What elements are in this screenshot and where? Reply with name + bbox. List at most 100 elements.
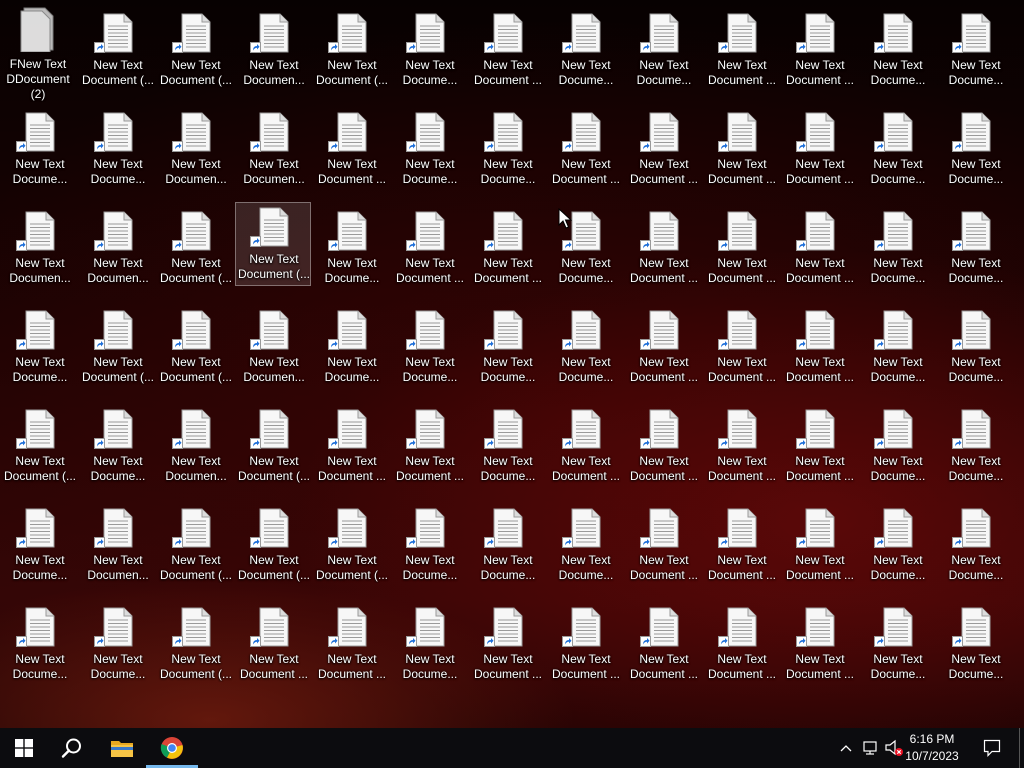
desktop-icon[interactable]: New Text Docume...: [79, 107, 155, 191]
file-explorer-button[interactable]: [98, 728, 146, 768]
desktop-icon[interactable]: New Text Docume...: [391, 305, 467, 389]
desktop-icon[interactable]: New Text Document ...: [469, 206, 545, 290]
desktop-icon[interactable]: New Text Docume...: [859, 8, 935, 92]
desktop-icon[interactable]: New Text Document ...: [703, 404, 779, 488]
desktop-icon[interactable]: New Text Docume...: [937, 8, 1013, 92]
desktop-icon[interactable]: New Text Document (...: [1, 404, 77, 488]
desktop-icon[interactable]: New Text Docume...: [547, 503, 623, 587]
desktop-icon[interactable]: New Text Docume...: [859, 206, 935, 290]
desktop-icon[interactable]: New Text Document (...: [235, 202, 311, 286]
desktop-icon[interactable]: New Text Documen...: [157, 404, 233, 488]
desktop-icon[interactable]: New Text Docume...: [859, 503, 935, 587]
desktop-icon[interactable]: New Text Document (...: [313, 8, 389, 92]
desktop-icon[interactable]: New Text Document ...: [703, 602, 779, 686]
desktop-icon[interactable]: New Text Document ...: [547, 602, 623, 686]
desktop-icon[interactable]: New Text Document ...: [781, 8, 857, 92]
desktop-icon[interactable]: New Text Document ...: [313, 602, 389, 686]
desktop-icon[interactable]: New Text Document ...: [547, 404, 623, 488]
desktop-icon[interactable]: New Text Documen...: [235, 305, 311, 389]
desktop-icon[interactable]: New Text Document ...: [781, 305, 857, 389]
desktop-icon[interactable]: New Text Docume...: [469, 305, 545, 389]
desktop-icon[interactable]: New Text Docume...: [859, 107, 935, 191]
desktop-icon[interactable]: New Text Documen...: [157, 107, 233, 191]
desktop-icon[interactable]: New Text Docume...: [937, 206, 1013, 290]
desktop-icon[interactable]: New Text Document ...: [781, 602, 857, 686]
desktop-icon[interactable]: New Text Document ...: [625, 305, 701, 389]
desktop-icon[interactable]: New Text Docume...: [469, 503, 545, 587]
desktop-icon[interactable]: New Text Document (...: [157, 305, 233, 389]
desktop-icon[interactable]: New Text Docume...: [313, 305, 389, 389]
search-button[interactable]: [48, 728, 96, 768]
desktop-icon[interactable]: New Text Docume...: [391, 107, 467, 191]
desktop-icon[interactable]: New Text Docume...: [469, 404, 545, 488]
desktop-icon[interactable]: New Text Document ...: [547, 107, 623, 191]
desktop-icon[interactable]: New Text Docume...: [79, 602, 155, 686]
desktop-icon[interactable]: New Text Document ...: [703, 503, 779, 587]
desktop-icon[interactable]: New Text Document (...: [313, 503, 389, 587]
overlapping-document-icon[interactable]: [18, 6, 58, 53]
desktop-icon[interactable]: New Text Document (...: [157, 602, 233, 686]
desktop-icon[interactable]: New Text Docume...: [391, 8, 467, 92]
desktop-icon[interactable]: New Text Documen...: [79, 206, 155, 290]
action-center-button[interactable]: [978, 728, 1006, 768]
desktop-icon[interactable]: New Text Document (...: [235, 404, 311, 488]
desktop-icon[interactable]: New Text Document ...: [469, 602, 545, 686]
desktop-icon[interactable]: New Text Docume...: [79, 404, 155, 488]
desktop-icon[interactable]: New Text Docume...: [547, 305, 623, 389]
desktop-icon[interactable]: New Text Documen...: [1, 206, 77, 290]
desktop-icon[interactable]: New Text Document ...: [625, 107, 701, 191]
desktop-icon[interactable]: New Text Document (...: [79, 305, 155, 389]
desktop-icon[interactable]: New Text Document ...: [625, 503, 701, 587]
desktop-icon[interactable]: New Text Document ...: [625, 404, 701, 488]
desktop-icon[interactable]: New Text Document ...: [235, 602, 311, 686]
show-desktop-button[interactable]: [1019, 728, 1020, 768]
desktop-icon[interactable]: New Text Docume...: [937, 602, 1013, 686]
desktop-icon[interactable]: New Text Documen...: [235, 107, 311, 191]
desktop-icon[interactable]: New Text Docume...: [1, 305, 77, 389]
desktop-icon[interactable]: New Text Document (...: [235, 503, 311, 587]
desktop-icon[interactable]: New Text Document ...: [469, 8, 545, 92]
desktop-icon[interactable]: New Text Docume...: [937, 107, 1013, 191]
desktop-icon[interactable]: New Text Document ...: [391, 206, 467, 290]
desktop-icon[interactable]: New Text Docume...: [937, 503, 1013, 587]
start-button[interactable]: [0, 728, 48, 768]
desktop-icon[interactable]: New Text Document ...: [313, 404, 389, 488]
desktop-icon[interactable]: New Text Document ...: [313, 107, 389, 191]
desktop-icon[interactable]: New Text Document (...: [79, 8, 155, 92]
desktop-icon[interactable]: New Text Document (...: [157, 503, 233, 587]
desktop-icon[interactable]: New Text Document (...: [157, 8, 233, 92]
desktop-icon[interactable]: New Text Docume...: [937, 305, 1013, 389]
desktop-icon[interactable]: New Text Docume...: [1, 602, 77, 686]
desktop-icon[interactable]: New Text Document ...: [703, 107, 779, 191]
desktop-icon[interactable]: New Text Documen...: [79, 503, 155, 587]
desktop-icon[interactable]: New Text Document ...: [625, 602, 701, 686]
desktop-icon[interactable]: New Text Document ...: [781, 503, 857, 587]
desktop-icon[interactable]: New Text Docume...: [547, 8, 623, 92]
desktop-icon[interactable]: New Text Document ...: [391, 404, 467, 488]
clock[interactable]: 6:16 PM 10/7/2023: [892, 731, 972, 765]
chrome-button[interactable]: [148, 728, 196, 768]
desktop-icon[interactable]: New Text Docume...: [1, 503, 77, 587]
desktop-icon[interactable]: New Text Document ...: [703, 305, 779, 389]
desktop-icon[interactable]: New Text Docume...: [391, 503, 467, 587]
show-hidden-icons-button[interactable]: [836, 728, 856, 768]
desktop-icon[interactable]: New Text Docume...: [313, 206, 389, 290]
desktop-icon[interactable]: New Text Docume...: [625, 8, 701, 92]
desktop-icon[interactable]: New Text Docume...: [391, 602, 467, 686]
desktop-icon[interactable]: New Text Documen...: [235, 8, 311, 92]
desktop-icon[interactable]: New Text Document ...: [781, 107, 857, 191]
desktop-icon[interactable]: New Text Document ...: [703, 8, 779, 92]
desktop-icon[interactable]: New Text Docume...: [1, 107, 77, 191]
desktop-icon[interactable]: New Text Docume...: [859, 404, 935, 488]
desktop-icon[interactable]: New Text Docume...: [469, 107, 545, 191]
desktop-icon[interactable]: New Text Document ...: [781, 206, 857, 290]
desktop-icon[interactable]: New Text Document ...: [625, 206, 701, 290]
desktop-icon[interactable]: New Text Document ...: [703, 206, 779, 290]
desktop-icon[interactable]: New Text Document (...: [157, 206, 233, 290]
desktop-icon[interactable]: New Text Document ...: [781, 404, 857, 488]
desktop[interactable]: FNew Text DDocument (2) New Text Documen…: [0, 0, 1024, 728]
network-button[interactable]: [860, 728, 882, 768]
desktop-icon[interactable]: New Text Docume...: [859, 305, 935, 389]
desktop-icon[interactable]: New Text Docume...: [859, 602, 935, 686]
desktop-icon[interactable]: New Text Docume...: [937, 404, 1013, 488]
